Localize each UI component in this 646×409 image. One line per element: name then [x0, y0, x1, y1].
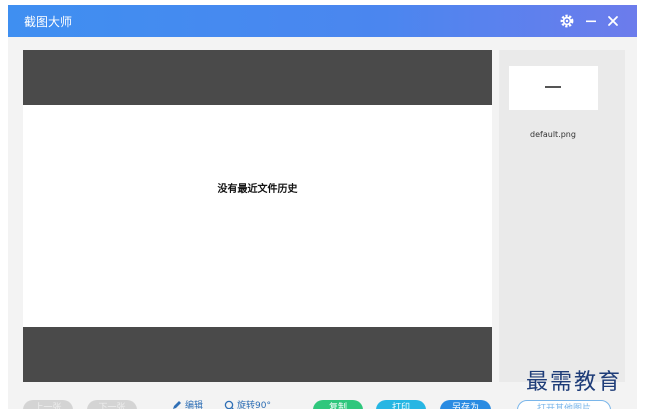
bottom-toolbar: 上一张 下一张 编辑 旋转90° 复制 打印 另存为 打开其他图片 — [0, 396, 646, 409]
history-thumbnail[interactable] — [509, 66, 598, 110]
title-bar: 截图大师 — [8, 5, 637, 37]
save-as-button[interactable]: 另存为 — [440, 400, 491, 409]
preview-top-band — [23, 50, 492, 105]
copy-button[interactable]: 复制 — [313, 400, 363, 409]
rotate-tool[interactable]: 旋转90° — [224, 398, 271, 409]
settings-gear-icon[interactable] — [559, 13, 575, 29]
next-image-button[interactable]: 下一张 — [87, 400, 137, 409]
close-icon[interactable] — [605, 13, 621, 29]
pencil-icon — [173, 400, 181, 409]
rotate-icon — [224, 400, 234, 409]
rotate-label: 旋转90° — [237, 401, 271, 409]
edit-label: 编辑 — [185, 401, 204, 409]
print-button[interactable]: 打印 — [376, 400, 426, 409]
open-other-image-button[interactable]: 打开其他图片 — [517, 400, 611, 409]
history-panel: default.png — [499, 50, 625, 382]
minimize-icon[interactable] — [583, 13, 599, 29]
preview-bottom-band — [23, 327, 492, 382]
watermark-logo: 最需教育 — [526, 370, 623, 395]
edit-tool[interactable]: 编辑 — [172, 398, 203, 409]
thumbnail-preview-line — [545, 86, 561, 88]
prev-image-button[interactable]: 上一张 — [23, 400, 73, 409]
empty-history-message: 没有最近文件历史 — [217, 184, 298, 195]
app-title: 截图大师 — [24, 15, 73, 29]
image-preview[interactable]: 没有最近文件历史 — [23, 50, 492, 382]
history-filename[interactable]: default.png — [499, 130, 607, 139]
